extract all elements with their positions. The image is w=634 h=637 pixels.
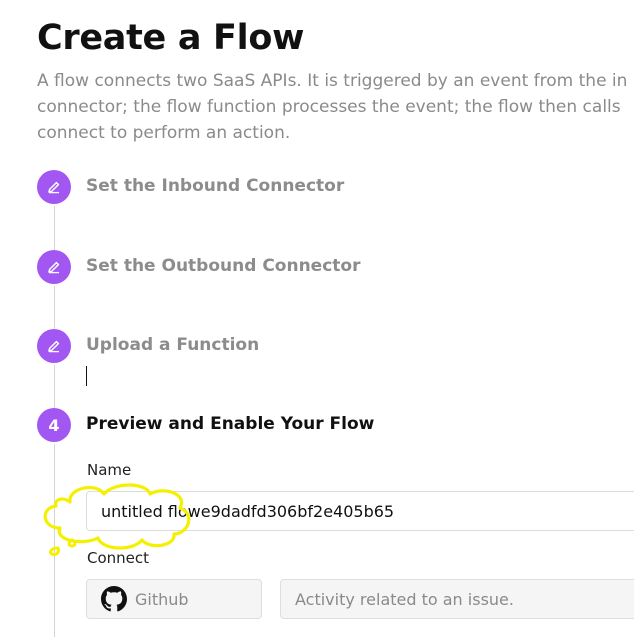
connector-select[interactable]: Github [86, 579, 262, 619]
event-select[interactable]: Activity related to an issue. [280, 579, 634, 619]
page-title: Create a Flow [37, 18, 305, 58]
step-1-edit-button[interactable] [37, 170, 71, 204]
text-cursor [86, 366, 87, 386]
github-icon [101, 586, 127, 612]
step-connector-line [54, 365, 55, 409]
step-3-edit-button[interactable] [37, 329, 71, 363]
name-field-label: Name [87, 461, 132, 479]
step-2-title[interactable]: Set the Outbound Connector [86, 256, 360, 276]
step-4-indicator: 4 [37, 408, 71, 442]
step-4-title: Preview and Enable Your Flow [86, 414, 375, 434]
page-description-line-2: connector; the flow function processes t… [37, 97, 621, 117]
page-description-line-3: connect to perform an action. [37, 123, 291, 143]
pencil-icon [48, 340, 60, 353]
step-4-number: 4 [48, 415, 60, 435]
event-placeholder: Activity related to an issue. [295, 589, 514, 609]
connector-name: Github [135, 589, 189, 609]
create-flow-page: Create a Flow A flow connects two SaaS A… [0, 0, 634, 637]
step-1-title[interactable]: Set the Inbound Connector [86, 176, 344, 196]
step-2-edit-button[interactable] [37, 250, 71, 284]
connect-field-label: Connect [87, 549, 150, 567]
step-3-title[interactable]: Upload a Function [86, 335, 259, 355]
step-connector-line [54, 286, 55, 330]
pencil-icon [48, 181, 60, 194]
step-connector-line [54, 444, 55, 637]
step-connector-line [54, 206, 55, 250]
flow-name-input[interactable] [86, 491, 634, 531]
page-description-line-1: A flow connects two SaaS APIs. It is tri… [37, 71, 628, 91]
pencil-icon [48, 261, 60, 274]
